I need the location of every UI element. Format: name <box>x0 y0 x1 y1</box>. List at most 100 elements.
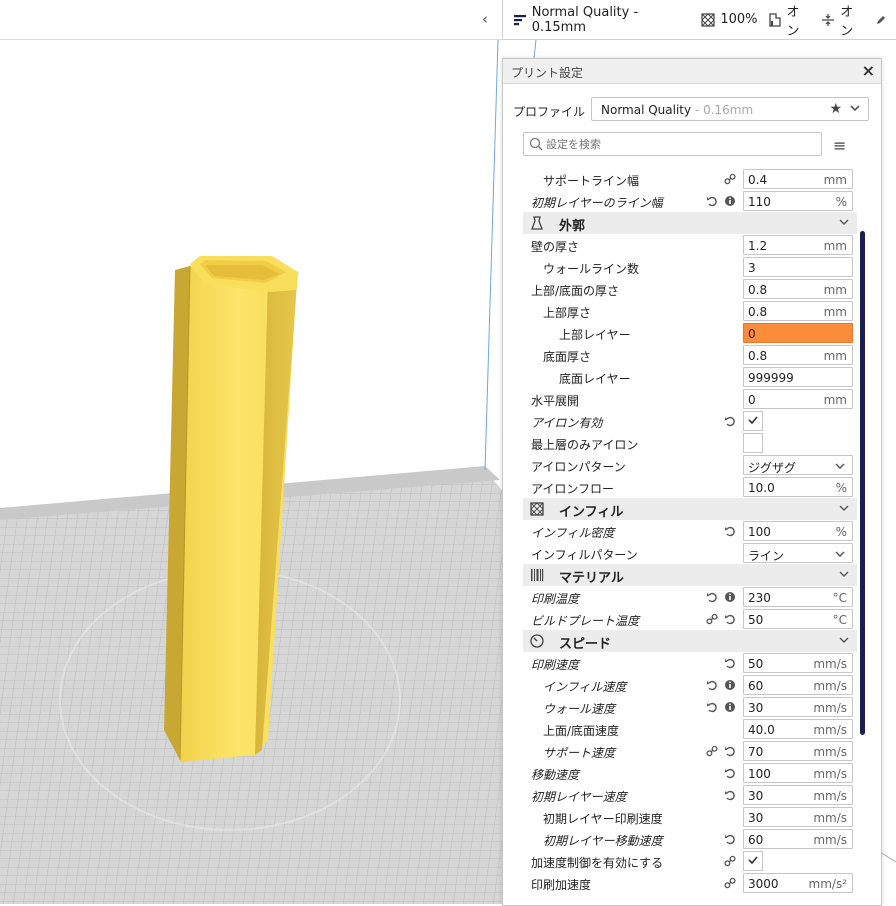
setting-input[interactable]: 1.2 mm <box>743 235 853 255</box>
setting-input[interactable]: 30 mm/s <box>743 785 853 805</box>
setting-input[interactable]: 0.8 mm <box>743 345 853 365</box>
search-box[interactable] <box>523 132 822 156</box>
material-icon <box>529 567 545 583</box>
support-summary-value: オン <box>786 4 800 39</box>
setting-row: 印刷温度 230 °C <box>503 586 881 608</box>
setting-unit: °C <box>832 591 847 605</box>
print-setup-summary[interactable]: Normal Quality - 0.15mm 100% オン オン <box>502 0 896 40</box>
setting-input[interactable]: 0 <box>743 323 853 343</box>
setting-input[interactable]: 0.8 mm <box>743 301 853 321</box>
setting-input[interactable]: 60 mm/s <box>743 675 853 695</box>
reset-icon[interactable] <box>723 744 737 758</box>
setting-input[interactable]: 230 °C <box>743 587 853 607</box>
setting-unit: % <box>835 481 847 495</box>
search-input[interactable] <box>546 136 816 152</box>
setting-unit: mm <box>823 349 847 363</box>
category-label: 外郭 <box>559 219 586 234</box>
setting-input[interactable]: 999999 <box>743 367 853 387</box>
setting-label: 初期レイヤーのライン幅 <box>531 196 663 210</box>
setting-input[interactable]: 3 <box>743 257 853 277</box>
setting-value: 0.8 <box>748 305 768 319</box>
adhesion-icon <box>821 13 835 27</box>
reset-icon[interactable] <box>705 678 719 692</box>
setting-unit: mm/s <box>813 767 847 781</box>
reset-icon[interactable] <box>723 788 737 802</box>
setting-checkbox[interactable] <box>743 851 763 871</box>
setting-value: ライン <box>748 549 785 563</box>
setting-unit: mm/s <box>813 701 847 715</box>
setting-row: 底面レイヤー 999999 <box>503 366 881 388</box>
setting-value: 60 <box>748 679 764 693</box>
star-icon[interactable]: ★ <box>829 101 842 117</box>
setting-input[interactable]: 60 mm/s <box>743 829 853 849</box>
settings-scrollbar[interactable] <box>860 231 865 735</box>
checkmark-icon <box>747 854 759 869</box>
setting-label: 壁の厚さ <box>531 240 580 254</box>
link-icon <box>723 876 737 890</box>
setting-checkbox[interactable] <box>743 433 763 453</box>
setting-unit: mm/s <box>813 811 847 825</box>
setting-label: サポート速度 <box>543 746 616 760</box>
category-material[interactable]: マテリアル <box>523 564 857 586</box>
reset-icon[interactable] <box>705 590 719 604</box>
setting-input[interactable]: 50 °C <box>743 609 853 629</box>
setting-input[interactable]: 30 mm/s <box>743 697 853 717</box>
setting-value: 230 <box>748 591 771 605</box>
setting-unit: mm/s <box>813 679 847 693</box>
category-speed[interactable]: スピード <box>523 630 857 652</box>
setting-row: 壁の厚さ 1.2 mm <box>503 234 881 256</box>
close-icon[interactable]: × <box>862 61 875 80</box>
setting-state-icons <box>705 788 739 802</box>
reset-icon[interactable] <box>705 194 719 208</box>
setting-input[interactable]: 10.0% <box>743 477 853 497</box>
setting-input[interactable]: 0.8 mm <box>743 279 853 299</box>
reset-icon[interactable] <box>723 656 737 670</box>
setting-row: アイロン有効 <box>503 410 881 432</box>
setting-value: 30 <box>748 789 764 803</box>
edit-pencil-icon[interactable] <box>875 14 887 26</box>
setting-dropdown[interactable]: ライン <box>743 543 853 563</box>
setting-value: 0 <box>748 327 756 341</box>
profile-summary-label: Normal Quality - 0.15mm <box>531 4 639 35</box>
setting-label: サポートライン幅 <box>543 174 640 188</box>
setting-row: アイロンパターン ジグザグ <box>503 454 881 476</box>
setting-input[interactable]: 70 mm/s <box>743 741 853 761</box>
adhesion-summary[interactable]: オン <box>821 1 865 39</box>
setting-state-icons <box>705 700 739 714</box>
setting-value: 999999 <box>748 371 794 385</box>
setting-input[interactable]: 110% <box>743 191 853 211</box>
menu-icon[interactable]: ≡ <box>833 136 846 155</box>
category-shell[interactable]: 外郭 <box>523 212 857 234</box>
support-summary[interactable]: オン <box>768 1 812 39</box>
setting-label: 初期レイヤー速度 <box>531 790 627 804</box>
setting-value: 0 <box>748 393 756 407</box>
setting-input[interactable]: 100 mm/s <box>743 763 853 783</box>
setting-input[interactable]: 0.4 mm <box>743 169 853 189</box>
setting-value: 3000 <box>748 877 779 891</box>
setting-input[interactable]: 0 mm <box>743 389 853 409</box>
setting-label: インフィル速度 <box>543 680 627 694</box>
setting-input[interactable]: 30 mm/s <box>743 807 853 827</box>
collapse-chevron-left-icon[interactable]: ‹ <box>474 8 496 30</box>
profile-label: プロファイル <box>513 105 586 119</box>
category-infill[interactable]: インフィル <box>523 498 857 520</box>
profile-dropdown[interactable]: Normal Quality - 0.16mm ★ <box>591 97 869 121</box>
chevron-down-icon <box>834 460 846 475</box>
setting-unit: % <box>835 195 847 209</box>
setting-input[interactable]: 40.0 mm/s <box>743 719 853 739</box>
setting-input[interactable]: 100% <box>743 521 853 541</box>
reset-icon[interactable] <box>723 832 737 846</box>
setting-input[interactable]: 50 mm/s <box>743 653 853 673</box>
reset-icon[interactable] <box>723 766 737 780</box>
checkmark-icon <box>747 414 759 429</box>
reset-icon[interactable] <box>723 612 737 626</box>
setting-dropdown[interactable]: ジグザグ <box>743 455 853 475</box>
setting-input[interactable]: 3000 mm/s² <box>743 873 853 893</box>
reset-icon[interactable] <box>723 524 737 538</box>
reset-icon[interactable] <box>723 414 737 428</box>
profile-summary[interactable]: Normal Quality - 0.15mm <box>513 5 692 35</box>
reset-icon[interactable] <box>705 700 719 714</box>
setting-row: 水平展開 0 mm <box>503 388 881 410</box>
setting-checkbox[interactable] <box>743 411 763 431</box>
infill-summary[interactable]: 100% <box>701 12 758 27</box>
